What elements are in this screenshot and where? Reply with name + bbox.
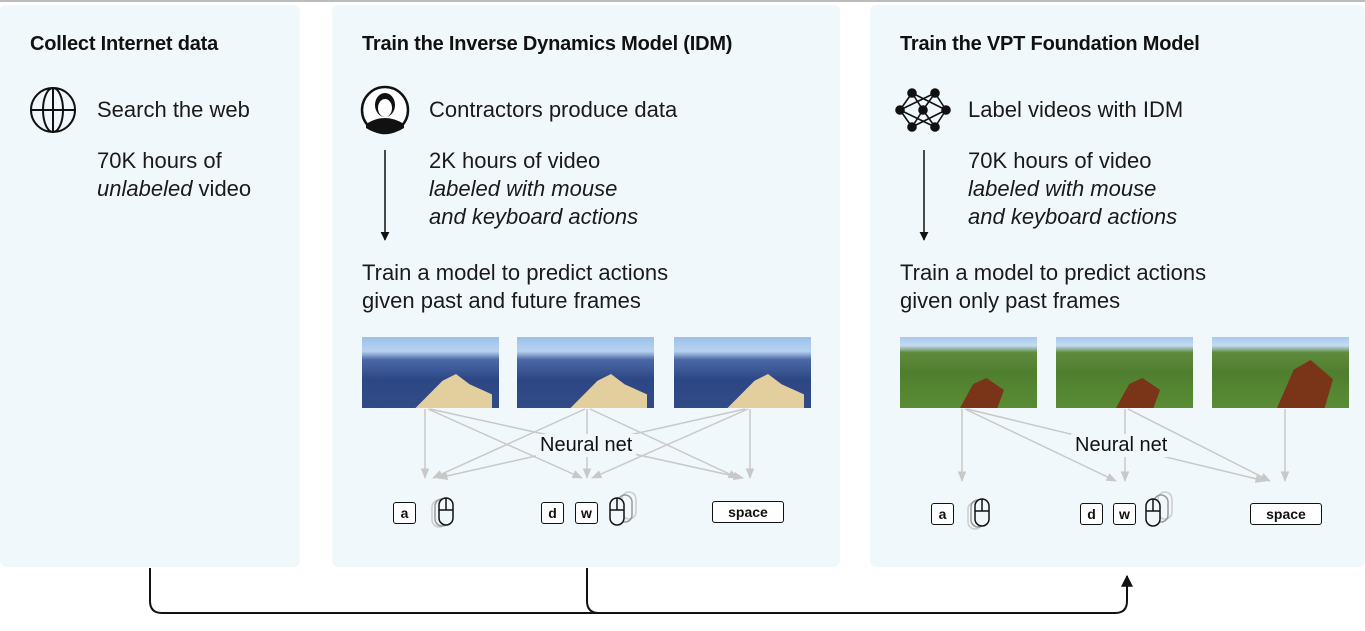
neural-net-label: Neural net [536,434,637,457]
mouse-icon [431,497,454,528]
key-space: space [712,501,784,523]
person-icon [360,85,410,135]
neural-network-icon [895,88,951,132]
connectors [30,85,1290,614]
key-a: a [931,503,954,525]
key-a: a [393,502,416,524]
mouse-icon [609,491,637,526]
key-d: d [1080,503,1103,525]
neural-net-label: Neural net [1071,434,1172,457]
key-w: w [575,502,598,524]
key-w: w [1113,503,1136,525]
key-space: space [1250,503,1322,525]
mouse-icon [1145,491,1173,527]
mouse-icon [967,498,990,530]
key-d: d [541,502,564,524]
globe-icon [30,87,76,133]
flow-connector [149,568,1133,614]
